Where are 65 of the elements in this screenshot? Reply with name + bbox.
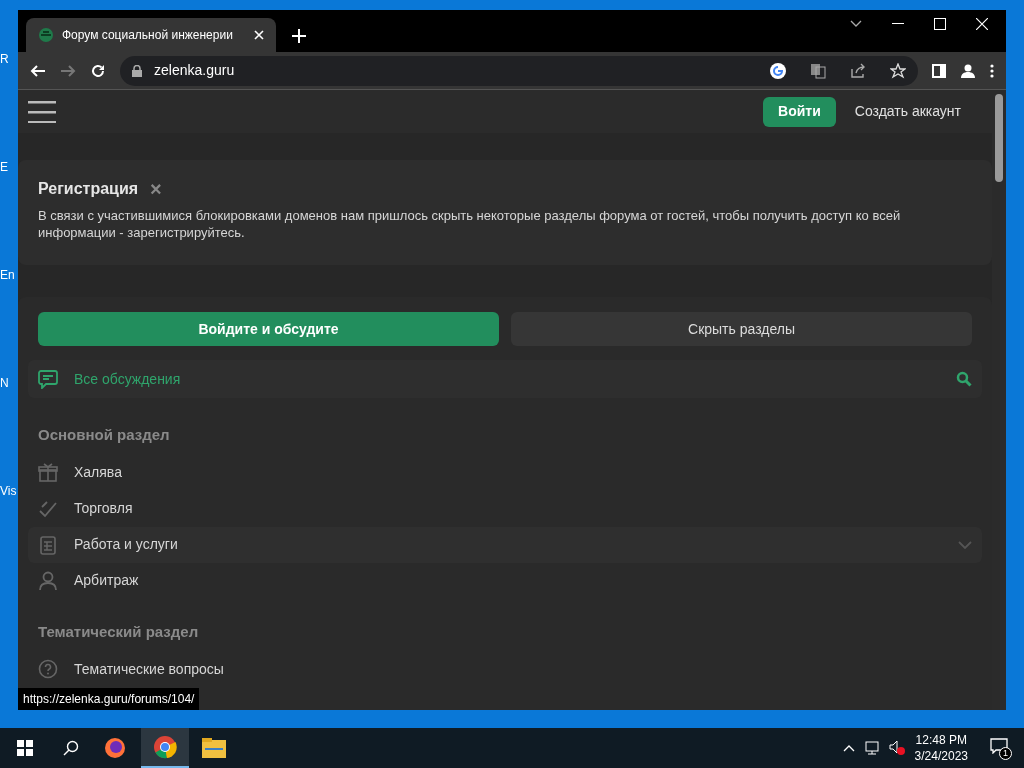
forum-category-item[interactable]: Арбитраж (28, 562, 982, 599)
lock-icon (132, 64, 142, 77)
notice-text: В связи с участившимися блокировками доменов нам пришлось скрыть некоторые разделы форума от гостей, чтобы получить доступ ко всей информации - зарегистрируйтесь. (38, 207, 902, 241)
discussions-bar[interactable]: Все обсуждения (28, 360, 982, 398)
close-button[interactable]: × (150, 179, 162, 199)
desktop-icon-label[interactable]: R (0, 50, 18, 68)
desktop-icon-label[interactable]: Vis (0, 482, 18, 500)
desktop-icon-label[interactable]: N (0, 374, 18, 392)
maximize-icon[interactable] (934, 18, 946, 30)
notification-icon (990, 738, 1008, 754)
status-url: https://zelenka.guru/forums/104/ (18, 688, 200, 710)
chrome-taskbar-button[interactable] (141, 728, 189, 768)
address-bar[interactable]: zelenka.guru (120, 55, 918, 86)
forum-category-item[interactable]: Торговля (28, 490, 982, 527)
chrome-icon (153, 735, 177, 759)
url-text: zelenka.guru (154, 61, 236, 80)
clipboard-icon (38, 534, 58, 555)
hide-sections-button[interactable]: Скрыть разделы (511, 312, 972, 346)
forum-category-item[interactable]: Тематические вопросы (28, 651, 982, 687)
new-tab-icon[interactable] (292, 29, 306, 43)
chevron-up-icon[interactable] (842, 744, 855, 752)
reload-icon[interactable] (90, 62, 106, 79)
clock-time[interactable]: 12:48 PM (915, 732, 967, 748)
menu-icon[interactable] (28, 100, 56, 123)
login-button[interactable]: Войти (763, 96, 836, 127)
speaker-muted-icon[interactable] (888, 740, 905, 756)
menu-icon[interactable] (990, 63, 994, 78)
browser-tab[interactable]: Форум социальной инженерии (26, 18, 276, 52)
firefox-icon[interactable] (104, 737, 126, 759)
forward-icon[interactable] (60, 62, 76, 79)
scrollbar-thumb[interactable] (995, 94, 1003, 182)
notification-center-button[interactable]: 1 (990, 738, 1010, 758)
register-button[interactable]: Создать аккаунт (843, 96, 972, 127)
minimize-icon[interactable] (892, 23, 904, 25)
search-icon[interactable] (63, 740, 79, 756)
network-icon[interactable] (864, 741, 881, 755)
profile-icon[interactable] (960, 62, 976, 79)
forum-category-item[interactable]: Халява (28, 454, 982, 491)
start-icon[interactable] (17, 740, 33, 756)
clock-date[interactable]: 3/24/2023 (914, 748, 968, 764)
side-panel-icon[interactable] (932, 63, 946, 78)
person-icon (38, 570, 58, 591)
all-discussions-link[interactable]: Все обсуждения (74, 368, 956, 390)
close-icon[interactable] (976, 18, 988, 30)
site-logo-icon (38, 27, 54, 43)
close-icon[interactable] (254, 30, 264, 40)
star-icon[interactable] (890, 62, 906, 79)
desktop-icon-label[interactable]: En (0, 266, 18, 284)
chat-icon (38, 369, 58, 389)
question-icon (38, 659, 58, 679)
desktop-icon-label[interactable]: E (0, 158, 18, 176)
notice-title: Регистрация (38, 179, 139, 199)
section-title: Основной раздел (37, 425, 171, 445)
gift-icon (38, 462, 58, 483)
google-icon[interactable] (770, 62, 786, 79)
translate-icon[interactable] (810, 62, 826, 79)
share-icon[interactable] (850, 62, 866, 79)
forum-category-item[interactable]: Работа и услуги (28, 526, 982, 563)
notification-count: 1 (999, 747, 1012, 760)
folder-icon[interactable] (202, 738, 226, 758)
login-discuss-button[interactable]: Войдите и обсудите (38, 312, 499, 346)
back-icon[interactable] (30, 62, 46, 79)
tab-search-chevron-icon[interactable] (850, 20, 862, 28)
tab-title: Форум социальной инженерии (62, 27, 234, 44)
section-title: Тематический раздел (37, 621, 200, 642)
